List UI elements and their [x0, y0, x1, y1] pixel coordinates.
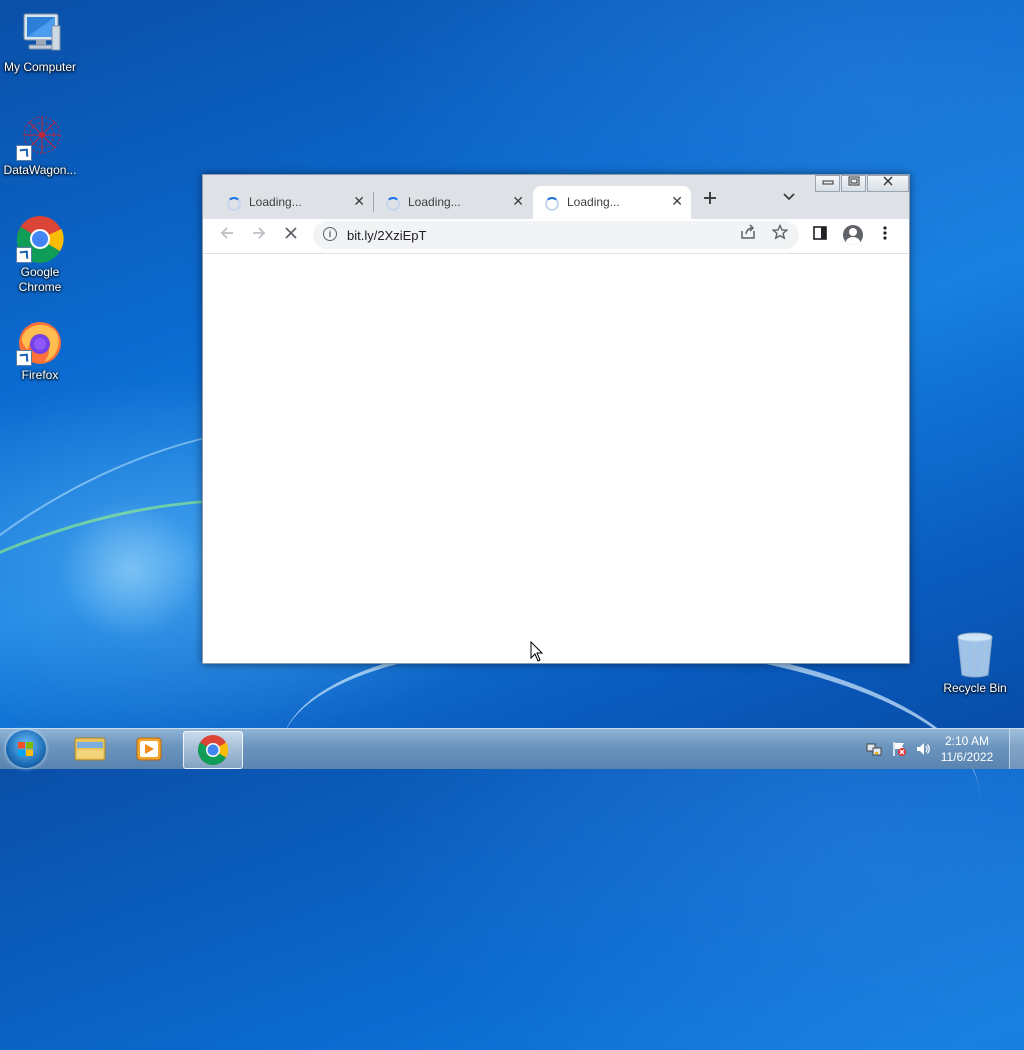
desktop-icon-label: Firefox [21, 368, 59, 382]
taskbar-explorer-button[interactable] [60, 731, 118, 767]
tab-close-icon[interactable]: ✕ [353, 193, 365, 210]
browser-window[interactable]: Loading... ✕ Loading... ✕ Loading... ✕ i… [202, 174, 910, 664]
close-button[interactable] [867, 175, 909, 192]
tab-title: Loading... [567, 195, 620, 209]
menu-button[interactable] [874, 225, 896, 247]
desktop-icon-my-computer[interactable]: My Computer [0, 10, 80, 75]
chevron-down-icon [783, 193, 795, 201]
recycle-bin-icon [951, 631, 999, 679]
share-button[interactable] [737, 224, 759, 246]
kebab-menu-icon [883, 226, 887, 240]
minimize-button[interactable] [815, 175, 840, 192]
stop-icon [285, 227, 297, 239]
back-arrow-icon [220, 227, 233, 239]
plus-icon [704, 192, 716, 204]
desktop-icon-datawagon[interactable]: DataWagon... [0, 113, 80, 178]
tab-active[interactable]: Loading... ✕ [533, 186, 691, 219]
clock-time: 2:10 AM [944, 734, 990, 748]
loading-spinner-icon [227, 197, 241, 211]
loading-spinner-icon [545, 197, 559, 211]
tab[interactable]: Loading... ✕ [215, 186, 373, 219]
page-content[interactable] [203, 254, 909, 663]
desktop-icon-label: Recycle Bin [943, 681, 1007, 695]
taskbar-chrome-button[interactable] [183, 731, 243, 769]
clock-date: 11/6/2022 [940, 750, 994, 764]
star-icon [771, 223, 789, 240]
tab[interactable]: Loading... ✕ [374, 186, 532, 219]
chrome-icon [16, 215, 64, 263]
network-icon[interactable] [866, 741, 882, 757]
tab-close-icon[interactable]: ✕ [512, 193, 524, 210]
desktop-icon-recycle-bin[interactable]: Recycle Bin [935, 631, 1015, 696]
start-button[interactable] [6, 730, 46, 768]
chrome-icon [197, 735, 229, 766]
firefox-icon [16, 318, 64, 366]
datawagon-icon [16, 113, 64, 161]
taskbar-media-player-button[interactable] [121, 731, 179, 767]
browser-toolbar: i bit.ly/2XziEpT [203, 219, 909, 254]
shortcut-arrow-icon [16, 247, 32, 263]
volume-icon[interactable] [915, 741, 931, 757]
desktop-icon-label: My Computer [3, 60, 77, 74]
tab-title: Loading... [408, 195, 461, 209]
side-panel-button[interactable] [809, 225, 831, 247]
system-clock[interactable]: 2:10 AM 11/6/2022 [932, 733, 1002, 765]
tab-strip[interactable]: Loading... ✕ Loading... ✕ Loading... ✕ [203, 175, 909, 219]
tab-close-icon[interactable]: ✕ [671, 193, 683, 210]
media-player-icon [136, 737, 162, 761]
windows-logo-icon [18, 742, 33, 756]
desktop-icon-label: DataWagon... [3, 163, 77, 177]
close-icon [883, 176, 893, 186]
forward-arrow-icon [253, 227, 266, 239]
restore-icon [848, 176, 859, 186]
taskbar: 2:10 AM 11/6/2022 [0, 728, 1024, 769]
forward-button[interactable] [248, 225, 270, 247]
restore-button[interactable] [841, 175, 866, 192]
loading-spinner-icon [386, 197, 400, 211]
address-bar[interactable]: i bit.ly/2XziEpT [313, 221, 799, 249]
tab-title: Loading... [249, 195, 302, 209]
address-url[interactable]: bit.ly/2XziEpT [347, 228, 426, 243]
computer-icon [16, 10, 64, 58]
site-info-icon[interactable]: i [323, 227, 337, 241]
stop-button[interactable] [280, 225, 302, 247]
minimize-icon [822, 180, 833, 185]
profile-icon[interactable] [843, 225, 863, 245]
tab-search-button[interactable] [783, 189, 795, 204]
wallpaper-glow [60, 500, 200, 640]
action-center-flag-icon[interactable] [891, 741, 907, 757]
new-tab-button[interactable] [703, 188, 717, 211]
window-controls [814, 175, 909, 192]
windows-explorer-icon [74, 737, 106, 761]
desktop-icon-label: Google Chrome [18, 265, 62, 294]
share-icon [741, 224, 755, 239]
desktop-icon-google-chrome[interactable]: Google Chrome [0, 215, 80, 295]
shortcut-arrow-icon [16, 350, 32, 366]
back-button[interactable] [216, 225, 238, 247]
side-panel-icon [813, 226, 827, 240]
show-desktop-button[interactable] [1009, 729, 1024, 769]
shortcut-arrow-icon [16, 145, 32, 161]
bookmark-button[interactable] [769, 223, 791, 246]
desktop-icon-firefox[interactable]: Firefox [0, 318, 80, 383]
